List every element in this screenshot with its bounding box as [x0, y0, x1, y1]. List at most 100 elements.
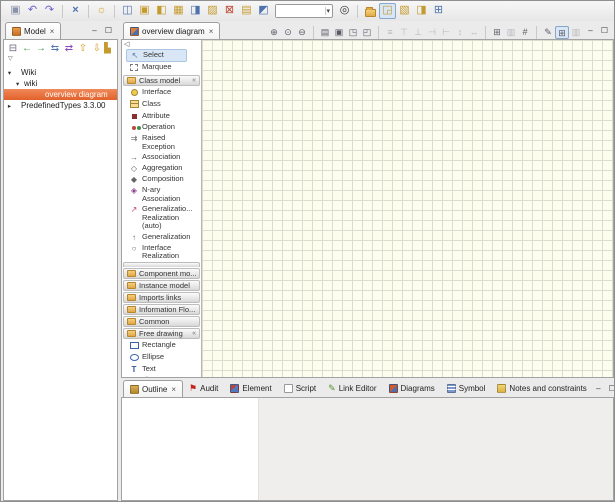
palette-item-operation[interactable]: Operation	[122, 122, 201, 133]
model-action-icon-5[interactable]: ◨	[187, 3, 204, 19]
palette-item-raised-exception[interactable]: ⇉ Raised Exception	[122, 133, 201, 152]
tree-item-wiki-project[interactable]: ▾ Wiki	[4, 67, 117, 78]
palette-collapse-arrow[interactable]: ◁	[122, 40, 201, 49]
tab-diagrams[interactable]: Diagrams	[383, 380, 441, 397]
editor-window-buttons: – ☐	[585, 26, 614, 39]
move-up-icon[interactable]: ⇧	[76, 42, 90, 55]
undo-icon[interactable]: ↶	[24, 3, 41, 19]
palette-item-rectangle[interactable]: Rectangle	[122, 340, 201, 352]
hash-grid-icon[interactable]: #	[518, 26, 532, 39]
fit-page-icon[interactable]: ◰	[360, 26, 374, 39]
tab-element[interactable]: Element	[224, 380, 277, 397]
palette-item-nary-association[interactable]: ◈ N-ary Association	[122, 185, 201, 204]
print-icon[interactable]: ▤	[318, 26, 332, 39]
palette-item-ellipse[interactable]: Ellipse	[122, 352, 201, 364]
palette-tool-marquee[interactable]: Marquee	[122, 62, 201, 74]
tab-notes-and-constraints[interactable]: Notes and constraints	[491, 380, 592, 397]
view-toggle-icon-2[interactable]: ▧	[396, 3, 413, 19]
palette-section-class-model[interactable]: Class model «	[123, 75, 200, 86]
maximize-button[interactable]: ☐	[607, 384, 615, 394]
zoom-actual-icon[interactable]: ⊙	[281, 26, 295, 39]
model-action-icon-1[interactable]: ◫	[119, 3, 136, 19]
outline-thumbnail-area[interactable]	[122, 398, 259, 500]
pencil-icon[interactable]: ✎	[541, 26, 555, 39]
expander-icon[interactable]: ▸	[4, 102, 13, 110]
tree-item-predefined-types[interactable]: ▸ PredefinedTypes 3.3.00	[4, 100, 117, 111]
tree-item-overview-diagram[interactable]: overview diagram	[4, 89, 117, 100]
clipped-toolbar-icon[interactable]: ▙	[104, 42, 111, 55]
section-pin-icon[interactable]: «	[192, 77, 196, 84]
view-toggle-icon-pressed[interactable]: ◲	[379, 3, 396, 19]
palette-item-line[interactable]: → Line	[122, 375, 201, 378]
collapse-all-icon[interactable]: ⊟	[6, 42, 20, 55]
palette-item-aggregation[interactable]: ◇ Aggregation	[122, 163, 201, 174]
palette-item-interface[interactable]: Interface	[122, 87, 201, 99]
palette-item-generalization[interactable]: ↑ Generalization	[122, 232, 201, 243]
palette-section-component-model[interactable]: Component mo...	[123, 268, 200, 279]
palette-section-information-flows[interactable]: Information Flo...	[123, 304, 200, 315]
expander-icon[interactable]: ▾	[4, 80, 16, 88]
palette-section-instance-model[interactable]: Instance model	[123, 280, 200, 291]
sync-blue-icon[interactable]: ⇆	[48, 42, 62, 55]
move-down-icon[interactable]: ⇩	[90, 42, 104, 55]
palette-section-imports-links[interactable]: Imports links	[123, 292, 200, 303]
section-pin-icon[interactable]: «	[192, 330, 196, 337]
tree-item-wiki[interactable]: ▾ wiki	[4, 78, 117, 89]
view-toggle-icon-3[interactable]: ◨	[413, 3, 430, 19]
tab-link-editor[interactable]: ✎ Link Editor	[322, 380, 382, 397]
view-menu-chevron[interactable]: ▽	[4, 55, 117, 65]
palette-section-free-drawing[interactable]: Free drawing «	[123, 328, 200, 339]
quick-search-input[interactable]	[276, 5, 320, 17]
model-action-icon-3[interactable]: ◧	[153, 3, 170, 19]
tab-outline[interactable]: Outline ×	[123, 380, 183, 397]
model-action-icon-9[interactable]: ◩	[255, 3, 272, 19]
minimize-button[interactable]: –	[89, 26, 100, 36]
tab-audit[interactable]: ⚑ Audit	[183, 380, 224, 397]
save-image-icon[interactable]: ▣	[332, 26, 346, 39]
delete-icon[interactable]: ×	[67, 3, 84, 19]
minimize-button[interactable]: –	[585, 26, 596, 36]
grid-icon[interactable]: ⊞	[490, 26, 504, 39]
model-action-icon-6[interactable]: ▨	[204, 3, 221, 19]
expander-icon[interactable]: ▾	[4, 69, 13, 77]
palette-tool-select[interactable]: ↖ Select	[126, 49, 187, 62]
redo-icon[interactable]: ↷	[41, 3, 58, 19]
zoom-out-icon[interactable]: ⊖	[295, 26, 309, 39]
minimize-button[interactable]: –	[593, 384, 604, 394]
palette-item-attribute[interactable]: Attribute	[122, 111, 201, 122]
close-icon[interactable]: ×	[171, 385, 176, 394]
maximize-button[interactable]: ☐	[599, 26, 610, 36]
save-icon[interactable]: ▣	[7, 3, 24, 19]
palette-item-generalization-realization-auto[interactable]: ↗ Generalizatio... Realization (auto)	[122, 204, 201, 232]
snap-to-grid-icon[interactable]: ⊞	[555, 26, 569, 39]
maximize-button[interactable]: ☐	[103, 26, 114, 36]
search-icon[interactable]: ◎	[336, 3, 353, 19]
palette-item-interface-realization[interactable]: ○ Interface Realization	[122, 243, 201, 262]
model-action-icon-2[interactable]: ▣	[136, 3, 153, 19]
model-action-icon-8[interactable]: ▤	[238, 3, 255, 19]
model-action-icon-7[interactable]: ⊠	[221, 3, 238, 19]
palette-item-association[interactable]: → Association	[122, 152, 201, 163]
export-icon[interactable]: ◳	[346, 26, 360, 39]
view-toggle-icon-4[interactable]: ⊞	[430, 3, 447, 19]
zoom-in-icon[interactable]: ⊕	[267, 26, 281, 39]
close-icon[interactable]: ×	[50, 27, 55, 36]
lightbulb-icon[interactable]: ☼	[93, 3, 110, 19]
palette-item-composition[interactable]: ◆ Composition	[122, 174, 201, 185]
tab-script[interactable]: Script	[278, 380, 322, 397]
quick-search-combo[interactable]: ▾	[275, 4, 333, 18]
nav-forward-icon[interactable]: →	[34, 42, 48, 55]
palette-item-class[interactable]: Class	[122, 99, 201, 111]
close-icon[interactable]: ×	[209, 27, 214, 36]
tab-overview-diagram[interactable]: overview diagram ×	[123, 22, 220, 39]
model-action-icon-4[interactable]: ▦	[170, 3, 187, 19]
palette-item-text[interactable]: T Text	[122, 364, 201, 375]
diagram-canvas[interactable]	[202, 40, 613, 377]
nav-back-icon[interactable]: ←	[20, 42, 34, 55]
tab-model[interactable]: Model ×	[5, 22, 61, 39]
tab-symbol[interactable]: Symbol	[441, 380, 492, 397]
palette-section-common[interactable]: Common	[123, 316, 200, 327]
folder-icon[interactable]	[365, 9, 376, 17]
sync-purple-icon[interactable]: ⇄	[62, 42, 76, 55]
combo-dropdown-icon[interactable]: ▾	[325, 7, 332, 15]
